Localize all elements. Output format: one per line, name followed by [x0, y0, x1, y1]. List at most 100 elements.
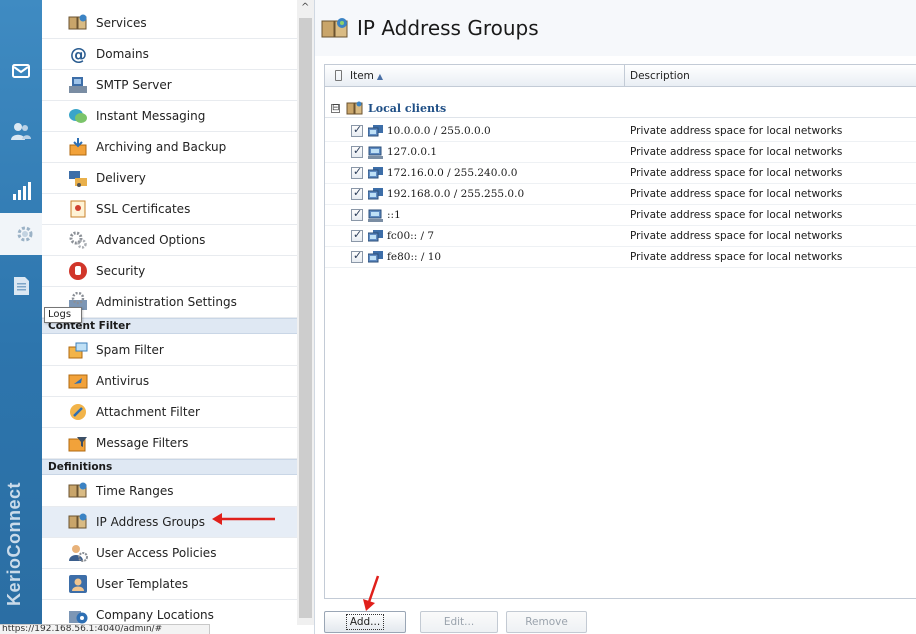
- logs-tooltip: Logs: [44, 307, 82, 323]
- nav-item-time-ranges[interactable]: Time Ranges: [42, 476, 297, 507]
- nav-item-label: SSL Certificates: [96, 202, 191, 216]
- row-description: Private address space for local networks: [630, 167, 843, 179]
- nav-item-user-templates[interactable]: User Templates: [42, 569, 297, 600]
- table-row[interactable]: fc00:: / 7 Private address space for loc…: [325, 226, 916, 247]
- edit-button[interactable]: Edit...: [420, 611, 498, 633]
- column-header-item[interactable]: Item ▲: [325, 65, 625, 87]
- nav-item-domains[interactable]: @ Domains: [42, 39, 297, 70]
- nav-item-advanced-options[interactable]: Advanced Options: [42, 225, 297, 256]
- grid-toolbar: Add... Edit... Remove: [324, 611, 916, 634]
- main-panel: IP Address Groups Item ▲ Description ⊟ Lo…: [314, 0, 916, 634]
- nav-item-antivirus[interactable]: Antivirus: [42, 366, 297, 397]
- app-rail: KerioConnect: [0, 0, 46, 634]
- group-divider: [325, 117, 916, 118]
- antivirus-icon: [68, 374, 88, 389]
- row-description: Private address space for local networks: [630, 146, 843, 158]
- nav-item-label: IP Address Groups: [96, 515, 205, 529]
- row-item: 192.168.0.0 / 255.255.0.0: [387, 188, 525, 200]
- network-computers-icon: [368, 230, 383, 242]
- row-enabled-checkbox[interactable]: [351, 207, 363, 221]
- table-row[interactable]: ::1 Private address space for local netw…: [325, 205, 916, 226]
- ip-groups-grid: Item▲ Description ⊟ Local clients 10.0.0…: [324, 64, 916, 599]
- nav-item-label: User Templates: [96, 577, 189, 591]
- nav-item-label: User Access Policies: [96, 546, 217, 560]
- chat-bubbles-icon: [69, 109, 87, 123]
- row-enabled-checkbox[interactable]: [351, 123, 363, 137]
- nav-item-user-access-policies[interactable]: User Access Policies: [42, 538, 297, 569]
- configuration-rail-button[interactable]: [0, 213, 46, 255]
- user-access-policies-icon: [69, 545, 88, 562]
- nav-item-label: Domains: [96, 47, 149, 61]
- network-computers-icon: [368, 188, 383, 200]
- spam-filter-icon: [68, 342, 88, 359]
- row-enabled-checkbox[interactable]: [351, 228, 363, 242]
- users-rail-button[interactable]: [0, 110, 42, 152]
- statistics-icon: [13, 182, 31, 200]
- scrollbar-thumb[interactable]: [299, 18, 312, 618]
- statistics-rail-button[interactable]: [0, 170, 42, 212]
- nav-item-delivery[interactable]: Delivery: [42, 163, 297, 194]
- remove-button[interactable]: Remove: [506, 611, 587, 633]
- page-title: IP Address Groups: [357, 16, 539, 40]
- row-item: 127.0.0.1: [387, 146, 438, 158]
- nav-item-label: Advanced Options: [96, 233, 206, 247]
- column-header-description[interactable]: Description: [626, 65, 916, 87]
- time-ranges-icon: [68, 482, 87, 498]
- nav-item-label: Archiving and Backup: [96, 140, 227, 154]
- section-header-definitions: Definitions: [42, 459, 297, 475]
- security-stop-icon: [69, 262, 87, 280]
- delivery-icon: [69, 171, 87, 187]
- row-description: Private address space for local networks: [630, 251, 843, 263]
- services-icon: [68, 14, 87, 30]
- nav-item-archiving-backup[interactable]: Archiving and Backup: [42, 132, 297, 163]
- mail-rail-button[interactable]: [0, 50, 42, 92]
- nav-item-spam-filter[interactable]: Spam Filter: [42, 335, 297, 366]
- nav-item-label: Services: [96, 16, 147, 30]
- table-row[interactable]: fe80:: / 10 Private address space for lo…: [325, 247, 916, 268]
- nav-item-instant-messaging[interactable]: Instant Messaging: [42, 101, 297, 132]
- group-row-local-clients[interactable]: ⊟ Local clients: [325, 99, 916, 117]
- company-locations-icon: [69, 611, 88, 624]
- row-enabled-checkbox[interactable]: [351, 144, 363, 158]
- table-row[interactable]: 192.168.0.0 / 255.255.0.0 Private addres…: [325, 184, 916, 205]
- row-enabled-checkbox[interactable]: [351, 165, 363, 179]
- row-description: Private address space for local networks: [630, 230, 843, 242]
- configuration-gear-icon: [17, 226, 33, 242]
- browser-status-url: https://192.168.56.1:4040/admin/#: [0, 624, 210, 634]
- network-computers-icon: [368, 125, 383, 137]
- users-icon: [11, 123, 31, 140]
- nav-item-message-filters[interactable]: Message Filters: [42, 428, 297, 459]
- add-button-label: Add...: [345, 614, 385, 630]
- ip-group-icon: [346, 101, 363, 115]
- nav-item-ssl-certificates[interactable]: SSL Certificates: [42, 194, 297, 225]
- collapse-toggle-icon[interactable]: ⊟: [331, 103, 340, 113]
- nav-item-label: Time Ranges: [96, 484, 174, 498]
- nav-item-smtp-server[interactable]: SMTP Server: [42, 70, 297, 101]
- add-button[interactable]: Add...: [324, 611, 406, 633]
- table-row[interactable]: 127.0.0.1 Private address space for loca…: [325, 142, 916, 163]
- message-filters-icon: [68, 437, 87, 452]
- nav-scrollbar[interactable]: ^: [297, 0, 314, 625]
- table-row[interactable]: 10.0.0.0 / 255.0.0.0 Private address spa…: [325, 121, 916, 142]
- nav-item-label: Instant Messaging: [96, 109, 206, 123]
- logs-rail-button[interactable]: [0, 265, 42, 307]
- nav-item-company-locations[interactable]: Company Locations: [42, 600, 297, 625]
- nav-item-security[interactable]: Security: [42, 256, 297, 287]
- scroll-up-arrow-icon[interactable]: ^: [301, 2, 309, 13]
- nav-item-label: Company Locations: [96, 608, 214, 622]
- logs-icon: [14, 277, 29, 295]
- nav-item-attachment-filter[interactable]: Attachment Filter: [42, 397, 297, 428]
- certificate-icon: [70, 200, 86, 218]
- row-item: 10.0.0.0 / 255.0.0.0: [387, 125, 491, 137]
- row-enabled-checkbox[interactable]: [351, 186, 363, 200]
- nav-item-services[interactable]: Services: [42, 8, 297, 39]
- table-row[interactable]: 172.16.0.0 / 255.240.0.0 Private address…: [325, 163, 916, 184]
- column-header-item-label: Item: [350, 70, 374, 82]
- group-label: Local clients: [368, 101, 447, 115]
- ip-address-groups-icon: [68, 513, 87, 529]
- nav-item-ip-address-groups[interactable]: IP Address Groups: [42, 507, 297, 538]
- row-item: ::1: [387, 209, 401, 221]
- mail-icon: [12, 64, 30, 78]
- network-computers-icon: [368, 251, 383, 263]
- row-enabled-checkbox[interactable]: [351, 249, 363, 263]
